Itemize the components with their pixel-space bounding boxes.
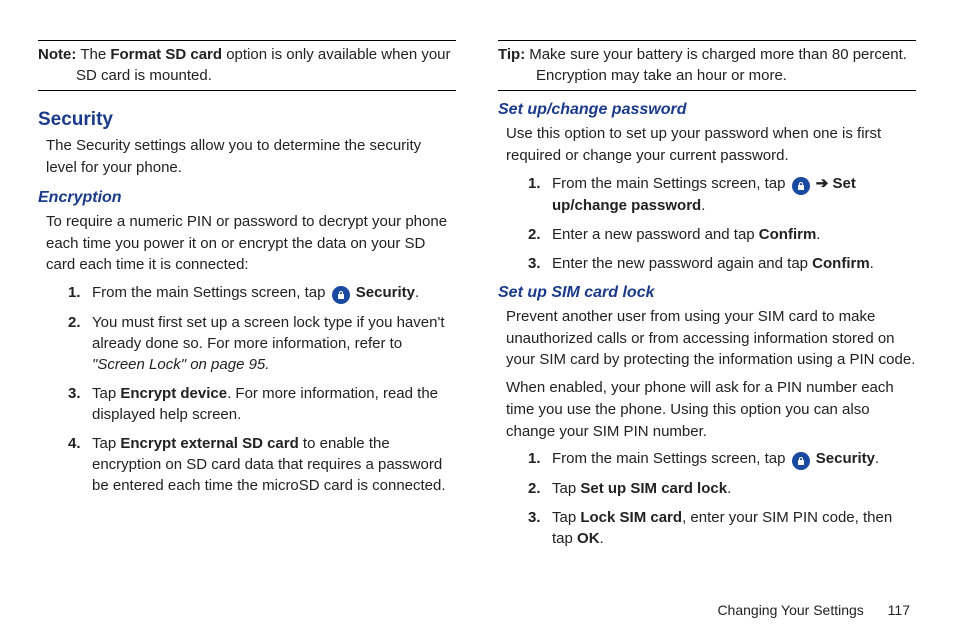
sim-paragraph-1: Prevent another user from using your SIM… xyxy=(506,306,916,371)
sim-steps: 1. From the main Settings screen, tap Se… xyxy=(528,448,916,549)
lock-icon xyxy=(332,286,350,304)
password-intro: Use this option to set up your password … xyxy=(506,123,916,167)
list-item: 3. Enter the new password again and tap … xyxy=(528,253,916,274)
list-item: 1. From the main Settings screen, tap ➔ … xyxy=(528,173,916,216)
encryption-steps: 1. From the main Settings screen, tap Se… xyxy=(68,282,456,496)
section-intro: The Security settings allow you to deter… xyxy=(46,135,456,179)
list-item: 4. Tap Encrypt external SD card to enabl… xyxy=(68,433,456,496)
step-text: From the main Settings screen, tap ➔ Set… xyxy=(552,173,916,216)
step-text: From the main Settings screen, tap Secur… xyxy=(552,448,916,470)
password-steps: 1. From the main Settings screen, tap ➔ … xyxy=(528,173,916,274)
divider xyxy=(498,90,916,91)
left-column: Note: The Format SD card option is only … xyxy=(38,36,456,594)
step-number: 3. xyxy=(528,507,552,549)
tip-block: Tip: Make sure your battery is charged m… xyxy=(498,45,916,84)
list-item: 3. Tap Lock SIM card, enter your SIM PIN… xyxy=(528,507,916,549)
step-number: 1. xyxy=(68,282,92,304)
divider xyxy=(38,40,456,41)
list-item: 2. Enter a new password and tap Confirm. xyxy=(528,224,916,245)
right-column: Tip: Make sure your battery is charged m… xyxy=(498,36,916,594)
step-text: You must first set up a screen lock type… xyxy=(92,312,456,375)
divider xyxy=(498,40,916,41)
step-text: Tap Encrypt external SD card to enable t… xyxy=(92,433,456,496)
note-text: The Format SD card option is only availa… xyxy=(80,45,450,65)
section-title-security: Security xyxy=(38,109,456,131)
note-continuation: SD card is mounted. xyxy=(38,67,456,84)
divider xyxy=(38,90,456,91)
step-number: 3. xyxy=(68,383,92,425)
step-text: From the main Settings screen, tap Secur… xyxy=(92,282,456,304)
list-item: 2. Tap Set up SIM card lock. xyxy=(528,478,916,499)
step-number: 1. xyxy=(528,448,552,470)
subsection-title-encryption: Encryption xyxy=(38,189,456,207)
step-number: 2. xyxy=(528,224,552,245)
lock-icon xyxy=(792,177,810,195)
step-number: 2. xyxy=(528,478,552,499)
step-number: 2. xyxy=(68,312,92,375)
tip-text: Make sure your battery is charged more t… xyxy=(529,45,907,65)
step-text: Tap Lock SIM card, enter your SIM PIN co… xyxy=(552,507,916,549)
subsection-title-password: Set up/change password xyxy=(498,101,916,119)
page-footer: Changing Your Settings 117 xyxy=(38,594,916,618)
list-item: 2. You must first set up a screen lock t… xyxy=(68,312,456,375)
step-number: 1. xyxy=(528,173,552,216)
step-text: Enter the new password again and tap Con… xyxy=(552,253,916,274)
list-item: 3. Tap Encrypt device. For more informat… xyxy=(68,383,456,425)
step-text: Tap Encrypt device. For more information… xyxy=(92,383,456,425)
footer-title: Changing Your Settings xyxy=(717,602,863,618)
subsection-title-sim: Set up SIM card lock xyxy=(498,284,916,302)
encryption-intro: To require a numeric PIN or password to … xyxy=(46,211,456,276)
step-number: 4. xyxy=(68,433,92,496)
step-number: 3. xyxy=(528,253,552,274)
list-item: 1. From the main Settings screen, tap Se… xyxy=(68,282,456,304)
note-label: Note: xyxy=(38,45,76,65)
list-item: 1. From the main Settings screen, tap Se… xyxy=(528,448,916,470)
sim-paragraph-2: When enabled, your phone will ask for a … xyxy=(506,377,916,442)
step-text: Tap Set up SIM card lock. xyxy=(552,478,916,499)
page-number: 117 xyxy=(888,602,910,618)
tip-continuation: Encryption may take an hour or more. xyxy=(498,67,916,84)
note-block: Note: The Format SD card option is only … xyxy=(38,45,456,84)
step-text: Enter a new password and tap Confirm. xyxy=(552,224,916,245)
tip-label: Tip: xyxy=(498,45,525,65)
lock-icon xyxy=(792,452,810,470)
